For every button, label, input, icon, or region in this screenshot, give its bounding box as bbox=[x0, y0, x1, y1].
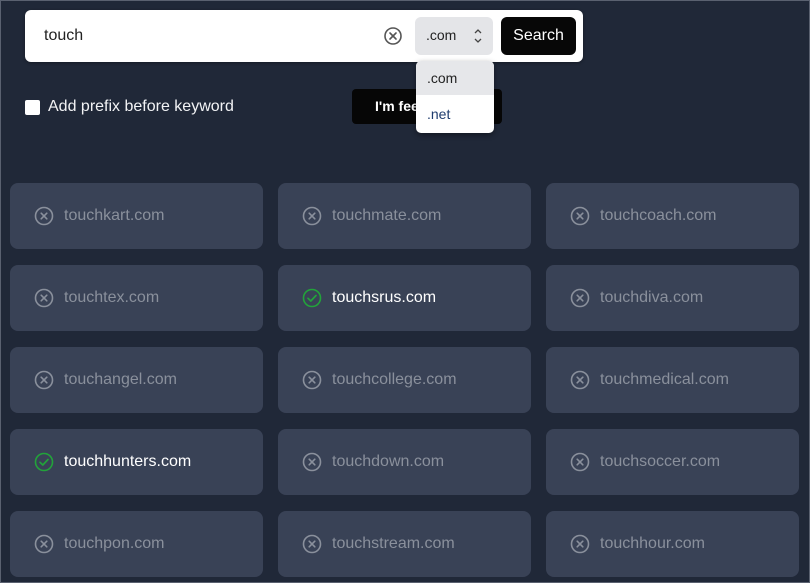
domain-name: touchsrus.com bbox=[332, 289, 437, 306]
tld-select[interactable]: .com bbox=[415, 17, 493, 55]
domain-card[interactable]: touchpon.com bbox=[10, 511, 263, 577]
domain-name: touchsoccer.com bbox=[600, 453, 721, 470]
domain-name: touchhour.com bbox=[600, 535, 705, 552]
clear-icon[interactable] bbox=[383, 26, 403, 46]
domain-card[interactable]: touchstream.com bbox=[278, 511, 531, 577]
tld-option-net[interactable]: .net bbox=[416, 97, 494, 131]
check-icon bbox=[302, 288, 322, 308]
domain-card[interactable]: touchsrus.com bbox=[278, 265, 531, 331]
domain-card[interactable]: touchmedical.com bbox=[546, 347, 799, 413]
tld-dropdown: .com .net bbox=[416, 61, 494, 133]
domain-card[interactable]: touchtex.com bbox=[10, 265, 263, 331]
domain-card[interactable]: touchhour.com bbox=[546, 511, 799, 577]
domain-name: touchmate.com bbox=[332, 207, 442, 224]
unavailable-icon bbox=[570, 370, 590, 390]
domain-name: touchdiva.com bbox=[600, 289, 704, 306]
search-bar: .com Search bbox=[25, 10, 583, 62]
unavailable-icon bbox=[570, 206, 590, 226]
search-input[interactable] bbox=[35, 18, 375, 54]
prefix-checkbox[interactable] bbox=[25, 99, 40, 115]
unavailable-icon bbox=[34, 370, 54, 390]
domain-name: touchkart.com bbox=[64, 207, 165, 224]
search-button[interactable]: Search bbox=[501, 17, 576, 55]
unavailable-icon bbox=[302, 452, 322, 472]
unavailable-icon bbox=[302, 206, 322, 226]
domain-card[interactable]: touchhunters.com bbox=[10, 429, 263, 495]
domain-name: touchstream.com bbox=[332, 535, 455, 552]
tld-option-com[interactable]: .com bbox=[416, 61, 494, 95]
prefix-label: Add prefix before keyword bbox=[48, 98, 234, 115]
results-grid: touchkart.com touchmate.com touchcoach.com… bbox=[10, 183, 799, 577]
unavailable-icon bbox=[570, 288, 590, 308]
tld-selected-value: .com bbox=[426, 27, 457, 43]
domain-name: touchdown.com bbox=[332, 453, 445, 470]
domain-card[interactable]: touchmate.com bbox=[278, 183, 531, 249]
chevron-updown-icon bbox=[474, 29, 482, 43]
domain-name: touchangel.com bbox=[64, 371, 177, 388]
unavailable-icon bbox=[34, 206, 54, 226]
check-icon bbox=[34, 452, 54, 472]
domain-name: touchmedical.com bbox=[600, 371, 729, 388]
domain-card[interactable]: touchsoccer.com bbox=[546, 429, 799, 495]
unavailable-icon bbox=[34, 534, 54, 554]
app-frame: .com Search Add prefix before keyword I'… bbox=[0, 0, 810, 583]
domain-card[interactable]: touchcollege.com bbox=[278, 347, 531, 413]
domain-name: touchhunters.com bbox=[64, 453, 192, 470]
unavailable-icon bbox=[570, 534, 590, 554]
domain-card[interactable]: touchangel.com bbox=[10, 347, 263, 413]
unavailable-icon bbox=[570, 452, 590, 472]
domain-card[interactable]: touchdiva.com bbox=[546, 265, 799, 331]
unavailable-icon bbox=[302, 370, 322, 390]
domain-name: touchcollege.com bbox=[332, 371, 457, 388]
unavailable-icon bbox=[302, 534, 322, 554]
domain-card[interactable]: touchdown.com bbox=[278, 429, 531, 495]
domain-name: touchpon.com bbox=[64, 535, 165, 552]
domain-name: touchcoach.com bbox=[600, 207, 717, 224]
domain-card[interactable]: touchcoach.com bbox=[546, 183, 799, 249]
unavailable-icon bbox=[34, 288, 54, 308]
domain-name: touchtex.com bbox=[64, 289, 160, 306]
prefix-option: Add prefix before keyword bbox=[25, 97, 234, 117]
domain-card[interactable]: touchkart.com bbox=[10, 183, 263, 249]
